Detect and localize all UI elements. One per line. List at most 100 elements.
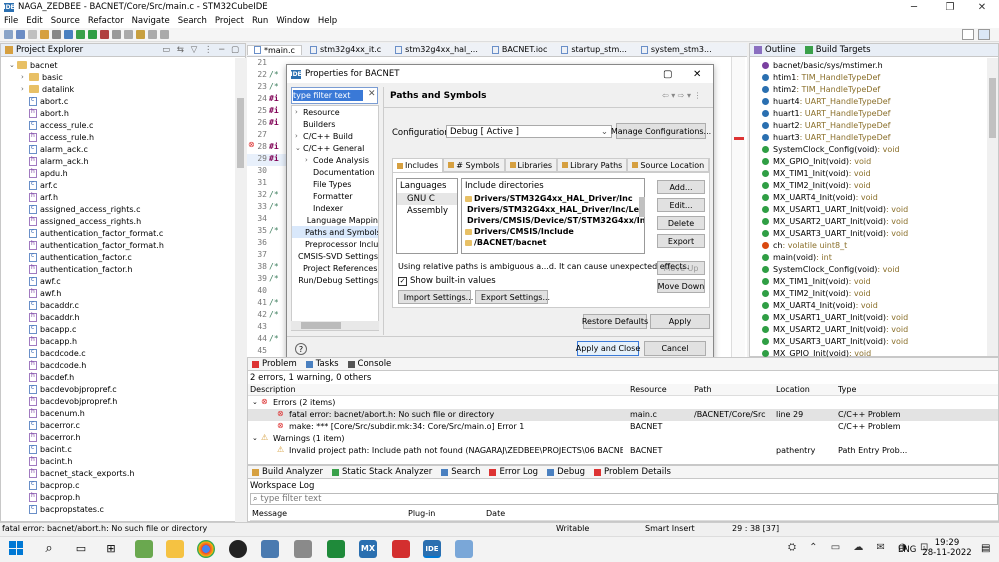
- apply-and-close-button[interactable]: Apply and Close: [576, 341, 640, 356]
- tree-item[interactable]: awf.h: [9, 287, 245, 299]
- menu-help[interactable]: Help: [314, 16, 341, 26]
- tree-item[interactable]: bacdevobjpropref.h: [9, 395, 245, 407]
- clear-filter-icon[interactable]: ✕: [368, 89, 376, 99]
- config-select[interactable]: Debug [ Active ] ⌄: [446, 125, 612, 138]
- code-line[interactable]: 35/*: [247, 226, 287, 238]
- editor-tab[interactable]: startup_stm...: [555, 45, 633, 54]
- close-icon[interactable]: ✕: [965, 0, 999, 14]
- manage-configurations-button[interactable]: Manage Configurations...: [611, 123, 711, 139]
- bottom-tab[interactable]: Static Stack Analyzer: [342, 467, 432, 477]
- run-icon[interactable]: [76, 30, 85, 39]
- notification-icon[interactable]: ▤: [981, 543, 990, 554]
- dialog-nav-item[interactable]: ⌄ C/C++ General: [292, 142, 378, 154]
- log-col-message[interactable]: Message: [252, 509, 287, 518]
- outline-item[interactable]: MX_GPIO_Init(void) : void: [762, 155, 998, 167]
- code-line[interactable]: 32/*: [247, 190, 287, 202]
- paths-tab[interactable]: Library Paths: [557, 158, 628, 172]
- paths-tab[interactable]: # Symbols: [443, 158, 505, 172]
- expand-icon[interactable]: ›: [305, 156, 313, 164]
- menu-project[interactable]: Project: [211, 16, 248, 26]
- paths-tab[interactable]: Re: [709, 158, 710, 172]
- app-dark-icon[interactable]: [229, 540, 247, 558]
- tree-item[interactable]: bacapp.c: [9, 323, 245, 335]
- back-icon[interactable]: [148, 30, 157, 39]
- bottom-tab[interactable]: Problem Details: [604, 467, 671, 477]
- calculator-icon[interactable]: [261, 540, 279, 558]
- file-explorer-icon[interactable]: [166, 540, 184, 558]
- outline-item[interactable]: MX_USART2_UART_Init(void) : void: [762, 215, 998, 227]
- task-view-icon[interactable]: ▭: [72, 540, 90, 558]
- dialog-nav-item[interactable]: Builders: [292, 118, 378, 130]
- tree-item[interactable]: bacapp.h: [9, 335, 245, 347]
- outline-scrollbar[interactable]: [987, 58, 998, 356]
- tree-item[interactable]: arf.h: [9, 191, 245, 203]
- problem-row[interactable]: ⚠ Invalid project path: Include path not …: [248, 445, 998, 457]
- paths-tab[interactable]: Source Location: [627, 158, 710, 172]
- taskbar-language[interactable]: ENG: [898, 545, 916, 555]
- error-marker-icon[interactable]: ⊗: [248, 140, 256, 149]
- tree-item[interactable]: bacdevobjpropref.c: [9, 383, 245, 395]
- menu-source[interactable]: Source: [47, 16, 84, 26]
- dialog-nav-hscroll[interactable]: [291, 321, 379, 330]
- taskbar-clock[interactable]: 19:29 28-11-2022: [922, 538, 972, 558]
- menu-navigate[interactable]: Navigate: [128, 16, 174, 26]
- bottom-tab[interactable]: Build Analyzer: [262, 467, 323, 477]
- perspective-cpp-icon[interactable]: [962, 29, 974, 40]
- editor-tab[interactable]: BACNET.ioc: [486, 45, 553, 54]
- tree-item[interactable]: bacaddr.c: [9, 299, 245, 311]
- outline-item[interactable]: huart1 : UART_HandleTypeDef: [762, 107, 998, 119]
- stm32cubemx-icon[interactable]: MX: [359, 540, 377, 558]
- code-line[interactable]: 42/*: [247, 310, 287, 322]
- tree-item[interactable]: authentication_factor.h: [9, 263, 245, 275]
- tree-item[interactable]: assigned_access_rights.c: [9, 203, 245, 215]
- menu-search[interactable]: Search: [174, 16, 211, 26]
- show-builtin-checkbox[interactable]: ✓: [398, 276, 407, 286]
- import-settings-button[interactable]: Import Settings...: [398, 290, 473, 304]
- code-line[interactable]: 34: [247, 214, 287, 226]
- tree-item[interactable]: abort.h: [9, 107, 245, 119]
- stm32cubeide-icon[interactable]: IDE: [423, 540, 441, 558]
- log-filter-box[interactable]: ⌕ type filter text: [250, 493, 998, 505]
- dialog-nav-item[interactable]: File Types: [292, 178, 378, 190]
- problems-tab[interactable]: Console: [358, 359, 392, 369]
- chrome-icon[interactable]: [197, 540, 215, 558]
- code-line[interactable]: 30: [247, 166, 287, 178]
- code-line[interactable]: 23/*: [247, 82, 287, 94]
- menu-edit[interactable]: Edit: [22, 16, 46, 26]
- dialog-nav-item[interactable]: Preprocessor Inclu: [292, 238, 378, 250]
- code-line[interactable]: 44/*: [247, 334, 287, 346]
- code-line[interactable]: 38/*: [247, 262, 287, 274]
- menu-file[interactable]: File: [0, 16, 22, 26]
- code-line[interactable]: 29 #i: [247, 154, 287, 166]
- tree-item[interactable]: bacaddr.h: [9, 311, 245, 323]
- open-type-icon[interactable]: [124, 30, 133, 39]
- paths-tab[interactable]: Includes: [392, 158, 444, 172]
- outline-item[interactable]: MX_USART2_UART_Init(void) : void: [762, 323, 998, 335]
- problem-row[interactable]: ⊗ make: *** [Core/Src/subdir.mk:34: Core/…: [248, 421, 998, 433]
- external-tools-icon[interactable]: [100, 30, 109, 39]
- dialog-nav-item[interactable]: › Code Analysis: [292, 154, 378, 166]
- tree-item[interactable]: access_rule.h: [9, 131, 245, 143]
- project-explorer-title[interactable]: Project Explorer: [16, 45, 83, 55]
- outline-item[interactable]: MX_TIM2_Init(void) : void: [762, 287, 998, 299]
- move-down-button[interactable]: Move Down: [657, 279, 705, 293]
- include-entry[interactable]: Drivers/CMSIS/Device/ST/STM32G4xx/Inc...: [462, 215, 644, 226]
- problems-tab[interactable]: Tasks: [316, 359, 339, 369]
- app-green-icon[interactable]: [327, 540, 345, 558]
- tree-item[interactable]: bacdcode.c: [9, 347, 245, 359]
- problem-row[interactable]: ⊗ fatal error: bacnet/abort.h: No such fi…: [248, 409, 998, 421]
- tree-item[interactable]: abort.c: [9, 95, 245, 107]
- tree-item[interactable]: arf.c: [9, 179, 245, 191]
- dialog-nav-item[interactable]: › Resource: [292, 106, 378, 118]
- dialog-maximize-icon[interactable]: ▢: [663, 69, 672, 80]
- dialog-nav-item[interactable]: Run/Debug Settings: [292, 274, 378, 286]
- code-line[interactable]: 33/*: [247, 202, 287, 214]
- problems-col-header[interactable]: Type: [838, 385, 856, 394]
- code-line[interactable]: 25 #i: [247, 106, 287, 118]
- taskbar-search-icon[interactable]: ⌕: [40, 540, 58, 558]
- save-icon[interactable]: [16, 30, 25, 39]
- windows-start-icon[interactable]: [9, 541, 23, 555]
- code-line[interactable]: 22/*: [247, 70, 287, 82]
- include-entry[interactable]: Drivers/CMSIS/Include: [462, 226, 644, 237]
- code-line[interactable]: 21: [247, 58, 287, 70]
